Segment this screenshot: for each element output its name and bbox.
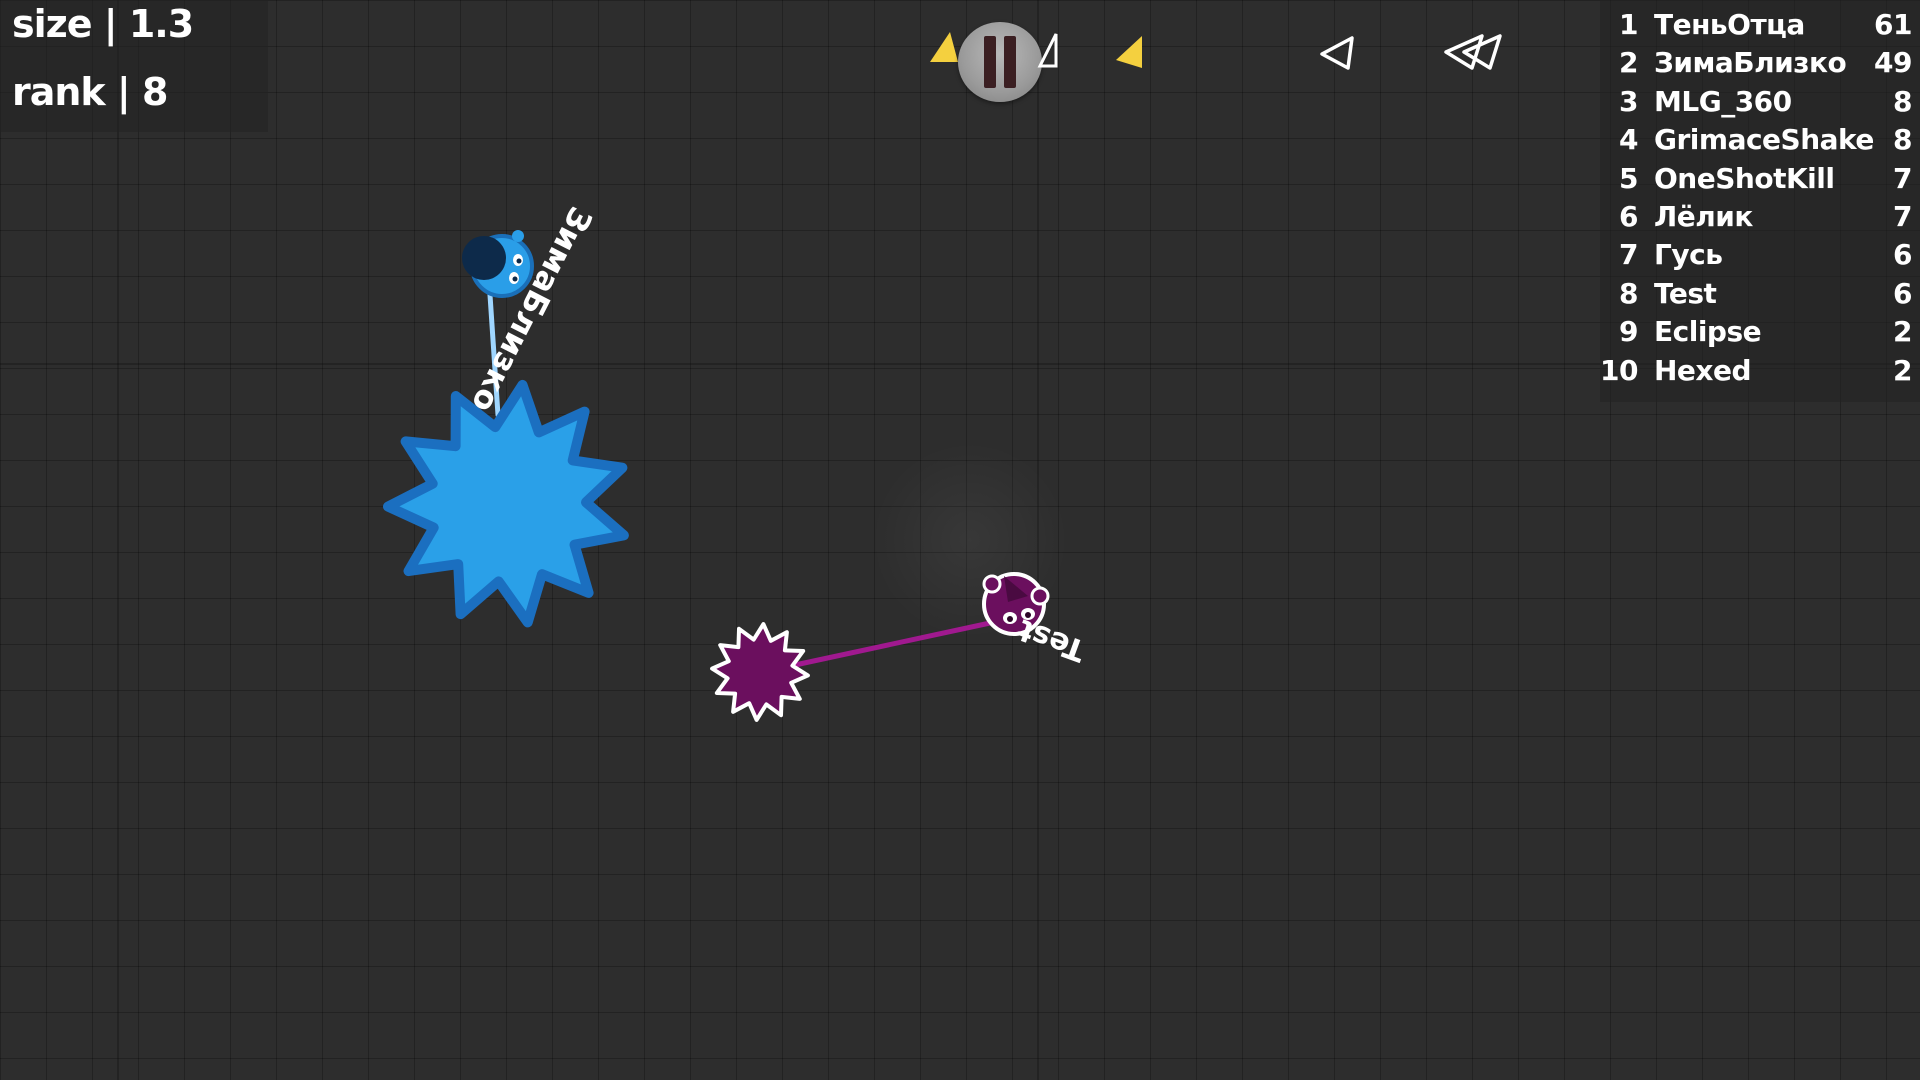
leaderboard-score: 6 [1893, 276, 1912, 310]
triangle-white-outline-icon [1037, 33, 1058, 68]
leaderboard-rank: 6 [1619, 200, 1638, 233]
leaderboard-name: GrimaceShake [1654, 123, 1874, 157]
size-stat: size | 1.3 [12, 2, 194, 46]
leaderboard-score: 6 [1893, 238, 1912, 272]
leaderboard-row: 7 Гусь 6 [1600, 236, 1920, 274]
leaderboard-rank: 4 [1619, 123, 1638, 157]
leaderboard-row: 10 Hexed 2 [1600, 352, 1920, 390]
leaderboard-rank: 5 [1619, 161, 1638, 195]
blue-flail [383, 379, 629, 628]
rank-stat: rank | 8 [12, 70, 168, 114]
leaderboard-rank: 7 [1619, 238, 1638, 272]
leaderboard-name: ЗимаБлизко [1654, 46, 1847, 80]
leaderboard-score: 61 [1874, 8, 1912, 41]
leaderboard-name: OneShotKill [1654, 161, 1835, 195]
purple-tether [792, 620, 993, 668]
leaderboard-score: 49 [1874, 46, 1912, 80]
stats-panel: size | 1.3 rank | 8 [0, 0, 268, 132]
double-chevron-icon[interactable] [1442, 32, 1506, 74]
pause-icon [984, 36, 996, 88]
leaderboard-score: 7 [1893, 200, 1912, 233]
leaderboard-name: Лёлик [1654, 200, 1753, 233]
leaderboard-name: MLG_360 [1654, 84, 1792, 118]
leaderboard-name: ТеньОтца [1654, 8, 1805, 41]
leaderboard-rank: 3 [1619, 84, 1638, 118]
leaderboard: 1 ТеньОтца 61 2 ЗимаБлизко 49 3 MLG_360 8 4 Grimac… [1600, 0, 1920, 402]
leaderboard-rank: 2 [1619, 46, 1638, 80]
leaderboard-name: Test [1654, 276, 1717, 310]
leaderboard-score: 8 [1893, 123, 1912, 157]
leaderboard-score: 8 [1893, 84, 1912, 118]
leaderboard-name: Hexed [1654, 353, 1752, 387]
leaderboard-score: 2 [1893, 315, 1912, 349]
leaderboard-row: 2 ЗимаБлизко 49 [1600, 44, 1920, 82]
leaderboard-name: Eclipse [1654, 315, 1762, 349]
pause-button[interactable] [958, 22, 1042, 102]
leaderboard-rank: 9 [1619, 315, 1638, 349]
leaderboard-row: 4 GrimaceShake 8 [1600, 121, 1920, 159]
leaderboard-score: 7 [1893, 161, 1912, 195]
leaderboard-row: 6 Лёлик 7 [1600, 198, 1920, 236]
leaderboard-row: 1 ТеньОтца 61 [1600, 6, 1920, 44]
leaderboard-rank: 8 [1619, 276, 1638, 310]
pause-icon [1004, 36, 1016, 88]
triangle-white-outline-icon [1320, 36, 1354, 70]
leaderboard-name: Гусь [1654, 238, 1723, 272]
leaderboard-row: 9 Eclipse 2 [1600, 313, 1920, 351]
leaderboard-row: 3 MLG_360 8 [1600, 83, 1920, 121]
leaderboard-row: 5 OneShotKill 7 [1600, 160, 1920, 198]
purple-flail [710, 622, 810, 722]
leaderboard-score: 2 [1893, 353, 1912, 387]
leaderboard-rank: 10 [1600, 353, 1638, 387]
triangle-yellow-icon [1116, 36, 1142, 68]
leaderboard-rank: 1 [1619, 8, 1638, 41]
leaderboard-row: 8 Test 6 [1600, 275, 1920, 313]
